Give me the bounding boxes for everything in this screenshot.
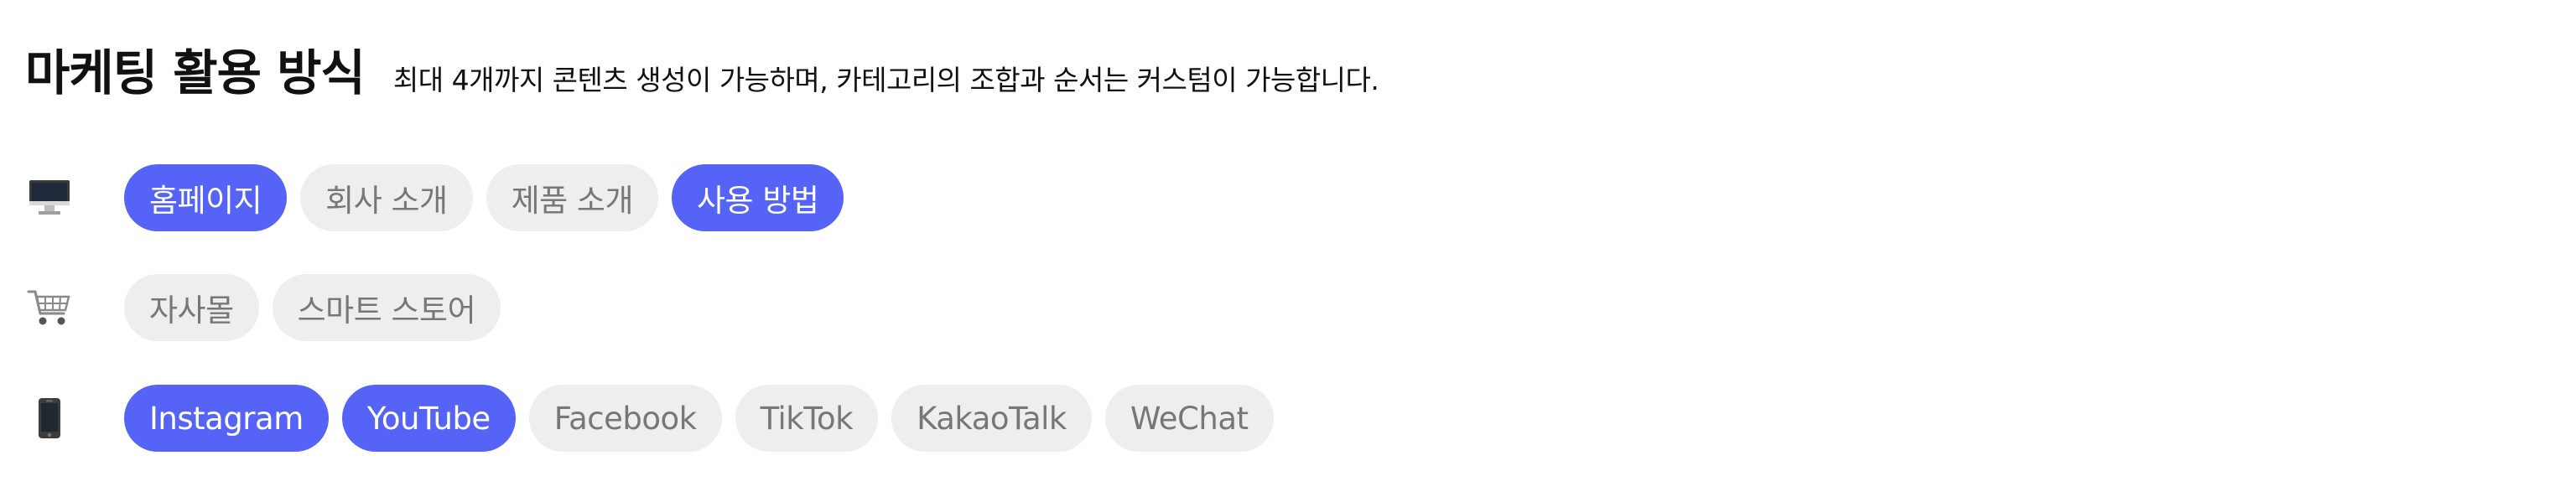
homepage-row: 홈페이지 회사 소개 제품 소개 사용 방법: [25, 164, 857, 231]
section-subtitle: 최대 4개까지 콘텐츠 생성이 가능하며, 카테고리의 조합과 순서는 커스텀이…: [392, 64, 1379, 96]
shopping-cart-icon: [25, 283, 74, 332]
social-row: Instagram YouTube Facebook TikTok KakaoT…: [25, 385, 1287, 452]
chip-how-to-use[interactable]: 사용 방법: [672, 164, 844, 231]
chip-facebook[interactable]: Facebook: [528, 385, 722, 452]
chip-company-intro[interactable]: 회사 소개: [300, 164, 473, 231]
chip-instagram[interactable]: Instagram: [124, 385, 329, 452]
chip-own-mall[interactable]: 자사몰: [124, 274, 259, 341]
chip-homepage[interactable]: 홈페이지: [124, 164, 288, 231]
shop-chips: 자사몰 스마트 스토어: [124, 274, 514, 341]
chip-kakaotalk[interactable]: KakaoTalk: [891, 385, 1092, 452]
homepage-chips: 홈페이지 회사 소개 제품 소개 사용 방법: [124, 164, 857, 231]
chip-smart-store[interactable]: 스마트 스토어: [272, 274, 501, 341]
social-chips: Instagram YouTube Facebook TikTok KakaoT…: [124, 385, 1287, 452]
desktop-computer-icon: [25, 173, 74, 222]
chip-wechat[interactable]: WeChat: [1104, 385, 1274, 452]
section-title: 마케팅 활용 방식: [25, 44, 366, 101]
marketing-usage-panel: 마케팅 활용 방식 최대 4개까지 콘텐츠 생성이 가능하며, 카테고리의 조합…: [0, 0, 2576, 497]
chip-product-intro[interactable]: 제품 소개: [486, 164, 659, 231]
chip-tiktok[interactable]: TikTok: [735, 385, 879, 452]
shop-row: 자사몰 스마트 스토어: [25, 274, 514, 341]
chip-youtube[interactable]: YouTube: [341, 385, 516, 452]
mobile-phone-icon: [25, 394, 74, 443]
section-header: 마케팅 활용 방식 최대 4개까지 콘텐츠 생성이 가능하며, 카테고리의 조합…: [25, 49, 1379, 97]
